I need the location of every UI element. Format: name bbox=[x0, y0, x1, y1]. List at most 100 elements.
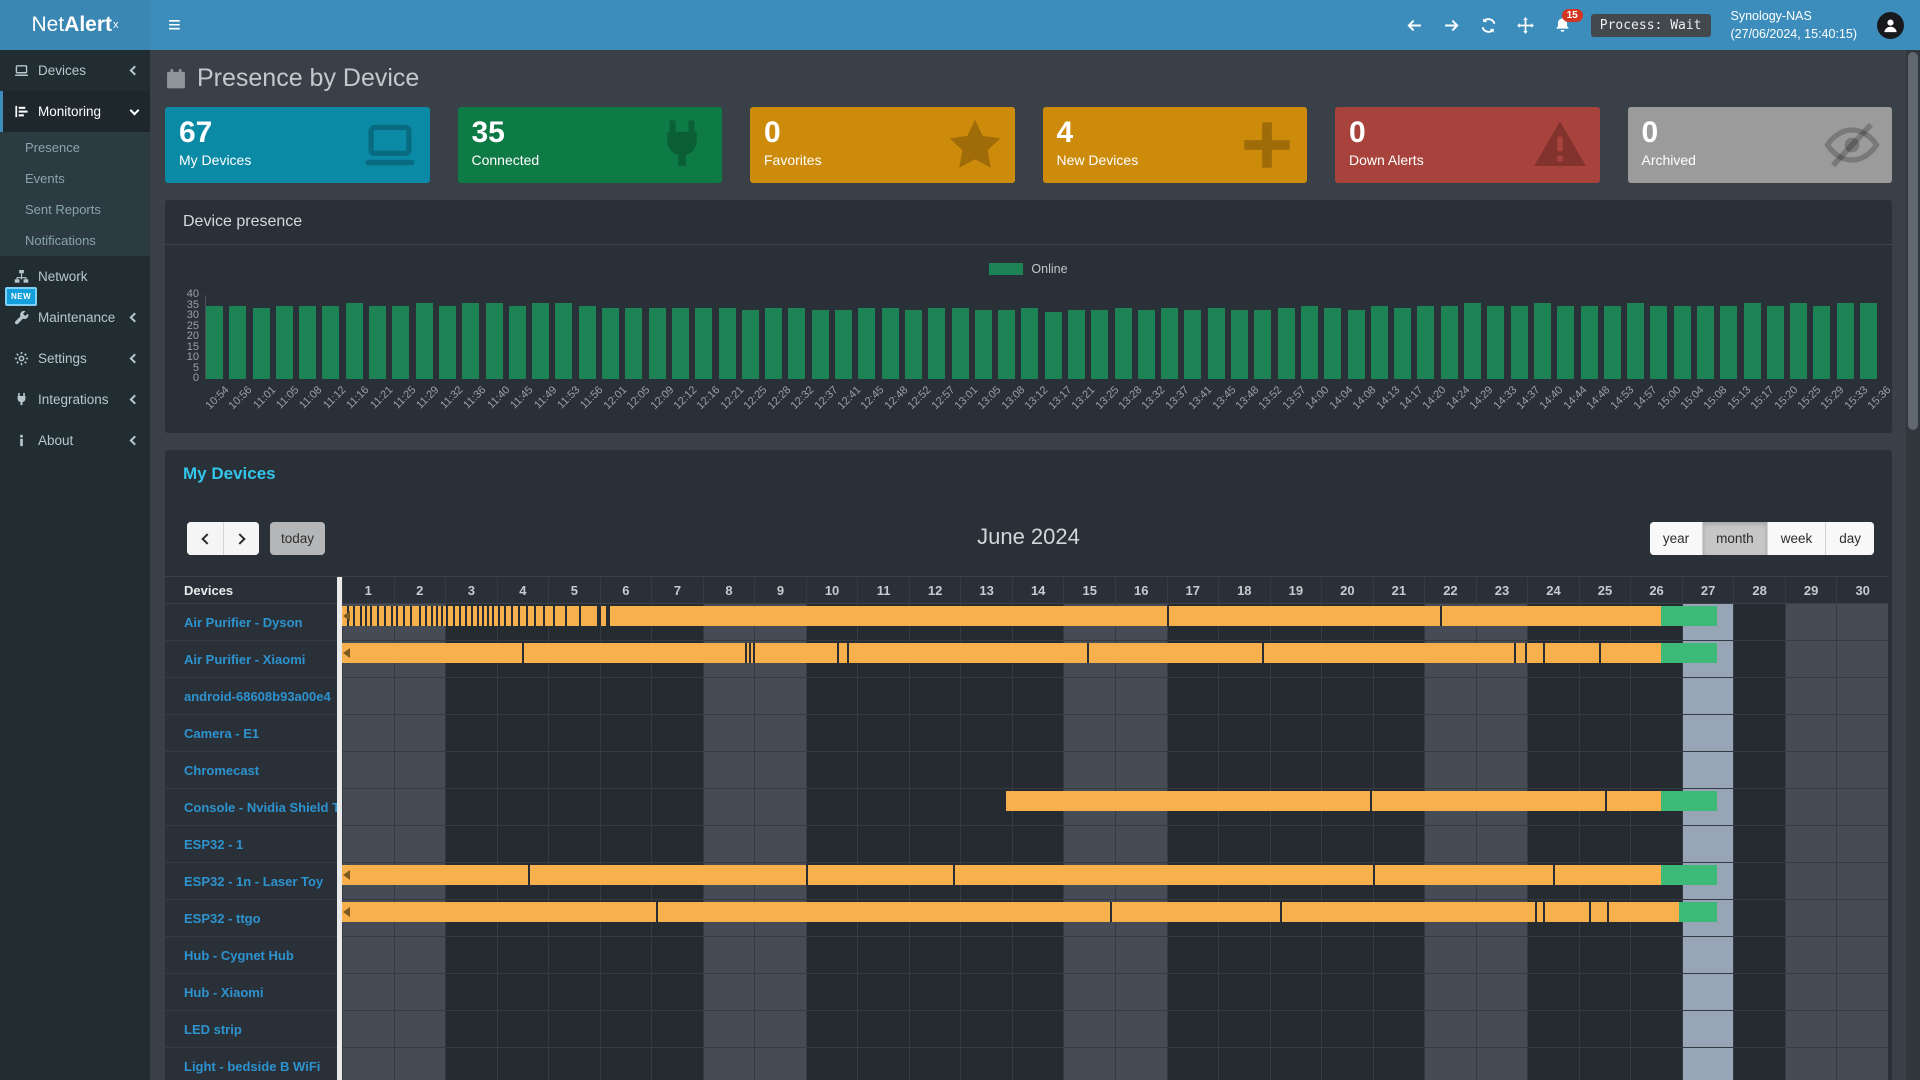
chart-bar[interactable] bbox=[1534, 303, 1551, 379]
presence-segment-online[interactable] bbox=[342, 606, 1661, 626]
chart-bar[interactable] bbox=[1208, 308, 1225, 379]
chart-bar[interactable] bbox=[1068, 310, 1085, 379]
chart-bar[interactable] bbox=[905, 310, 922, 379]
chart-bar[interactable] bbox=[1487, 306, 1504, 380]
card-connected[interactable]: 35Connected bbox=[458, 107, 723, 183]
page-scrollbar[interactable] bbox=[1906, 50, 1920, 1080]
chart-bar[interactable] bbox=[1115, 308, 1132, 379]
device-link-led-strip[interactable]: LED strip bbox=[165, 1011, 342, 1047]
chart-bar[interactable] bbox=[486, 303, 503, 379]
chart-bar[interactable] bbox=[1441, 306, 1458, 380]
chart-bar[interactable] bbox=[253, 308, 270, 379]
chart-bar[interactable] bbox=[416, 303, 433, 379]
chart-bar[interactable] bbox=[1720, 306, 1737, 380]
view-year-button[interactable]: year bbox=[1650, 522, 1702, 555]
chart-bar[interactable] bbox=[625, 308, 642, 379]
chart-bar[interactable] bbox=[1371, 306, 1388, 380]
card-down-alerts[interactable]: 0Down Alerts bbox=[1335, 107, 1600, 183]
chart-bar[interactable] bbox=[322, 306, 339, 380]
chart-bar[interactable] bbox=[1417, 306, 1434, 380]
chart-bar[interactable] bbox=[579, 306, 596, 380]
chart-bar[interactable] bbox=[229, 306, 246, 380]
chart-bar[interactable] bbox=[369, 306, 386, 380]
chart-bar[interactable] bbox=[602, 308, 619, 379]
chart-bar[interactable] bbox=[1813, 306, 1830, 380]
chart-bar[interactable] bbox=[1045, 312, 1062, 379]
chart-bar[interactable] bbox=[1278, 308, 1295, 379]
chart-bar[interactable] bbox=[882, 308, 899, 379]
chart-bar[interactable] bbox=[1254, 310, 1271, 379]
chart-bar[interactable] bbox=[975, 310, 992, 379]
sidebar-subitem-events[interactable]: Events bbox=[0, 163, 150, 194]
chart-bar[interactable] bbox=[1138, 310, 1155, 379]
chart-bar[interactable] bbox=[1627, 303, 1644, 379]
chart-bar[interactable] bbox=[788, 308, 805, 379]
presence-segment-recent[interactable] bbox=[1661, 606, 1717, 626]
presence-segment-online[interactable] bbox=[1006, 791, 1662, 811]
chart-bar[interactable] bbox=[346, 303, 363, 379]
chart-legend[interactable]: Online bbox=[165, 259, 1892, 279]
chart-bar[interactable] bbox=[952, 308, 969, 379]
chart-bar[interactable] bbox=[462, 303, 479, 379]
chart-bar[interactable] bbox=[1464, 303, 1481, 379]
presence-segment-online[interactable] bbox=[342, 865, 1661, 885]
device-link-android-68608b93a00e4[interactable]: android-68608b93a00e4 bbox=[165, 678, 342, 714]
card-new-devices[interactable]: 4New Devices bbox=[1043, 107, 1308, 183]
chart-bar[interactable] bbox=[1604, 306, 1621, 380]
device-link-hub-xiaomi[interactable]: Hub - Xiaomi bbox=[165, 974, 342, 1010]
scrollbar-thumb[interactable] bbox=[1908, 52, 1918, 430]
device-link-console-nvidia-shield-t[interactable]: Console - Nvidia Shield T bbox=[165, 789, 342, 825]
notifications-bell-icon[interactable]: 15 bbox=[1554, 17, 1571, 34]
sidebar-item-integrations[interactable]: Integrations bbox=[0, 379, 150, 420]
view-day-button[interactable]: day bbox=[1825, 522, 1874, 555]
refresh-icon[interactable] bbox=[1480, 17, 1497, 34]
chart-bar[interactable] bbox=[1697, 306, 1714, 380]
chart-bar[interactable] bbox=[276, 306, 293, 380]
sidebar-subitem-sent-reports[interactable]: Sent Reports bbox=[0, 194, 150, 225]
back-arrow-icon[interactable] bbox=[1406, 17, 1423, 34]
presence-segment-recent[interactable] bbox=[1661, 791, 1717, 811]
sidebar-subitem-notifications[interactable]: Notifications bbox=[0, 225, 150, 256]
chart-bar[interactable] bbox=[1184, 310, 1201, 379]
forward-arrow-icon[interactable] bbox=[1443, 17, 1460, 34]
sidebar-item-maintenance[interactable]: MaintenanceNEW bbox=[0, 297, 150, 338]
device-link-light-bedside-b-wifi[interactable]: Light - bedside B WiFi bbox=[165, 1048, 342, 1080]
brand-logo[interactable]: NetAlertx bbox=[0, 0, 150, 50]
sidebar-item-about[interactable]: About bbox=[0, 420, 150, 461]
chart-bar[interactable] bbox=[649, 308, 666, 379]
chart-bar[interactable] bbox=[1744, 303, 1761, 379]
chart-bar[interactable] bbox=[1650, 306, 1667, 380]
presence-segment-online[interactable] bbox=[342, 902, 1679, 922]
chart-bar[interactable] bbox=[439, 306, 456, 380]
chart-bar[interactable] bbox=[1837, 303, 1854, 379]
chart-bar[interactable] bbox=[555, 303, 572, 379]
chart-bar[interactable] bbox=[1394, 308, 1411, 379]
device-link-esp32-1[interactable]: ESP32 - 1 bbox=[165, 826, 342, 862]
sidebar-item-settings[interactable]: Settings bbox=[0, 338, 150, 379]
chart-bar[interactable] bbox=[765, 308, 782, 379]
chart-bar[interactable] bbox=[392, 306, 409, 380]
view-month-button[interactable]: month bbox=[1702, 522, 1767, 555]
card-my-devices[interactable]: 67My Devices bbox=[165, 107, 430, 183]
chart-bar[interactable] bbox=[695, 308, 712, 379]
column-resize-divider[interactable] bbox=[337, 577, 342, 1080]
chart-bar[interactable] bbox=[1231, 310, 1248, 379]
presence-segment-recent[interactable] bbox=[1661, 865, 1717, 885]
chart-bar[interactable] bbox=[742, 310, 759, 379]
device-link-air-purifier-dyson[interactable]: Air Purifier - Dyson bbox=[165, 604, 342, 640]
chart-bar[interactable] bbox=[299, 306, 316, 380]
card-favorites[interactable]: 0Favorites bbox=[750, 107, 1015, 183]
chart-bar[interactable] bbox=[1511, 306, 1528, 380]
device-link-camera-e1[interactable]: Camera - E1 bbox=[165, 715, 342, 751]
device-link-chromecast[interactable]: Chromecast bbox=[165, 752, 342, 788]
sidebar-item-devices[interactable]: Devices bbox=[0, 50, 150, 91]
sidebar-subitem-presence[interactable]: Presence bbox=[0, 132, 150, 163]
chart-bar[interactable] bbox=[719, 308, 736, 379]
chart-bar[interactable] bbox=[1161, 308, 1178, 379]
sidebar-toggle-icon[interactable]: ≡ bbox=[168, 14, 181, 36]
chart-bar[interactable] bbox=[835, 310, 852, 379]
chart-bar[interactable] bbox=[1301, 306, 1318, 380]
chart-bar[interactable] bbox=[1348, 310, 1365, 379]
chart-bar[interactable] bbox=[1324, 308, 1341, 379]
chart-bar[interactable] bbox=[206, 306, 223, 380]
